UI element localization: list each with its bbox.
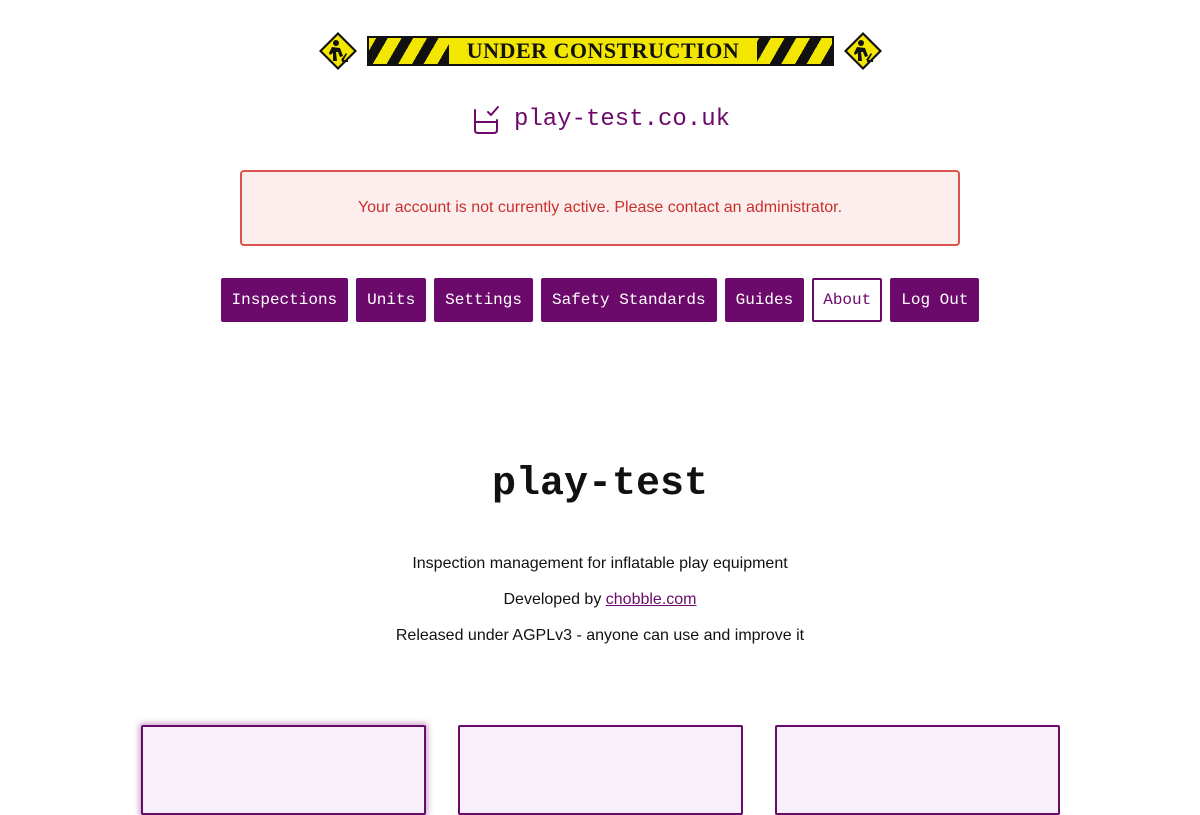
nav-inspections-button[interactable]: Inspections (220, 278, 349, 322)
checkbox-tray-icon (473, 106, 499, 134)
nav-guides-button[interactable]: Guides (724, 278, 805, 322)
main-nav: Inspections Units Settings Safety Standa… (0, 278, 1200, 322)
page-title: play-test (491, 462, 709, 507)
nav-log-out-button[interactable]: Log Out (890, 278, 980, 322)
construction-tape: UNDER CONSTRUCTION (367, 36, 834, 66)
developer-credit-prefix: Developed by (503, 591, 602, 608)
license-notice: Released under AGPLv3 - anyone can use a… (395, 627, 805, 644)
feature-card[interactable] (141, 725, 426, 815)
developer-link[interactable]: chobble.com (606, 591, 697, 608)
construction-worker-sign-icon (319, 32, 357, 70)
site-name: play-test.co.uk (513, 106, 731, 133)
tape-stripes-right (757, 38, 832, 64)
tape-stripes-left (369, 38, 449, 64)
tagline: Inspection management for inflatable pla… (412, 555, 788, 572)
nav-units-button[interactable]: Units (356, 278, 427, 322)
nav-about-button[interactable]: About (812, 278, 883, 322)
feature-card[interactable] (458, 725, 743, 815)
under-construction-banner: UNDER CONSTRUCTION (0, 31, 1200, 71)
account-inactive-alert: Your account is not currently active. Pl… (240, 170, 960, 246)
developer-credit: Developed by chobble.com (0, 591, 1200, 609)
feature-cards (0, 725, 1200, 815)
nav-settings-button[interactable]: Settings (434, 278, 533, 322)
construction-worker-sign-icon (844, 32, 882, 70)
nav-safety-standards-button[interactable]: Safety Standards (540, 278, 717, 322)
feature-card[interactable] (775, 725, 1060, 815)
alert-message: Your account is not currently active. Pl… (357, 199, 843, 216)
under-construction-text: UNDER CONSTRUCTION (449, 38, 757, 64)
site-brand-link[interactable]: play-test.co.uk (0, 100, 1200, 140)
